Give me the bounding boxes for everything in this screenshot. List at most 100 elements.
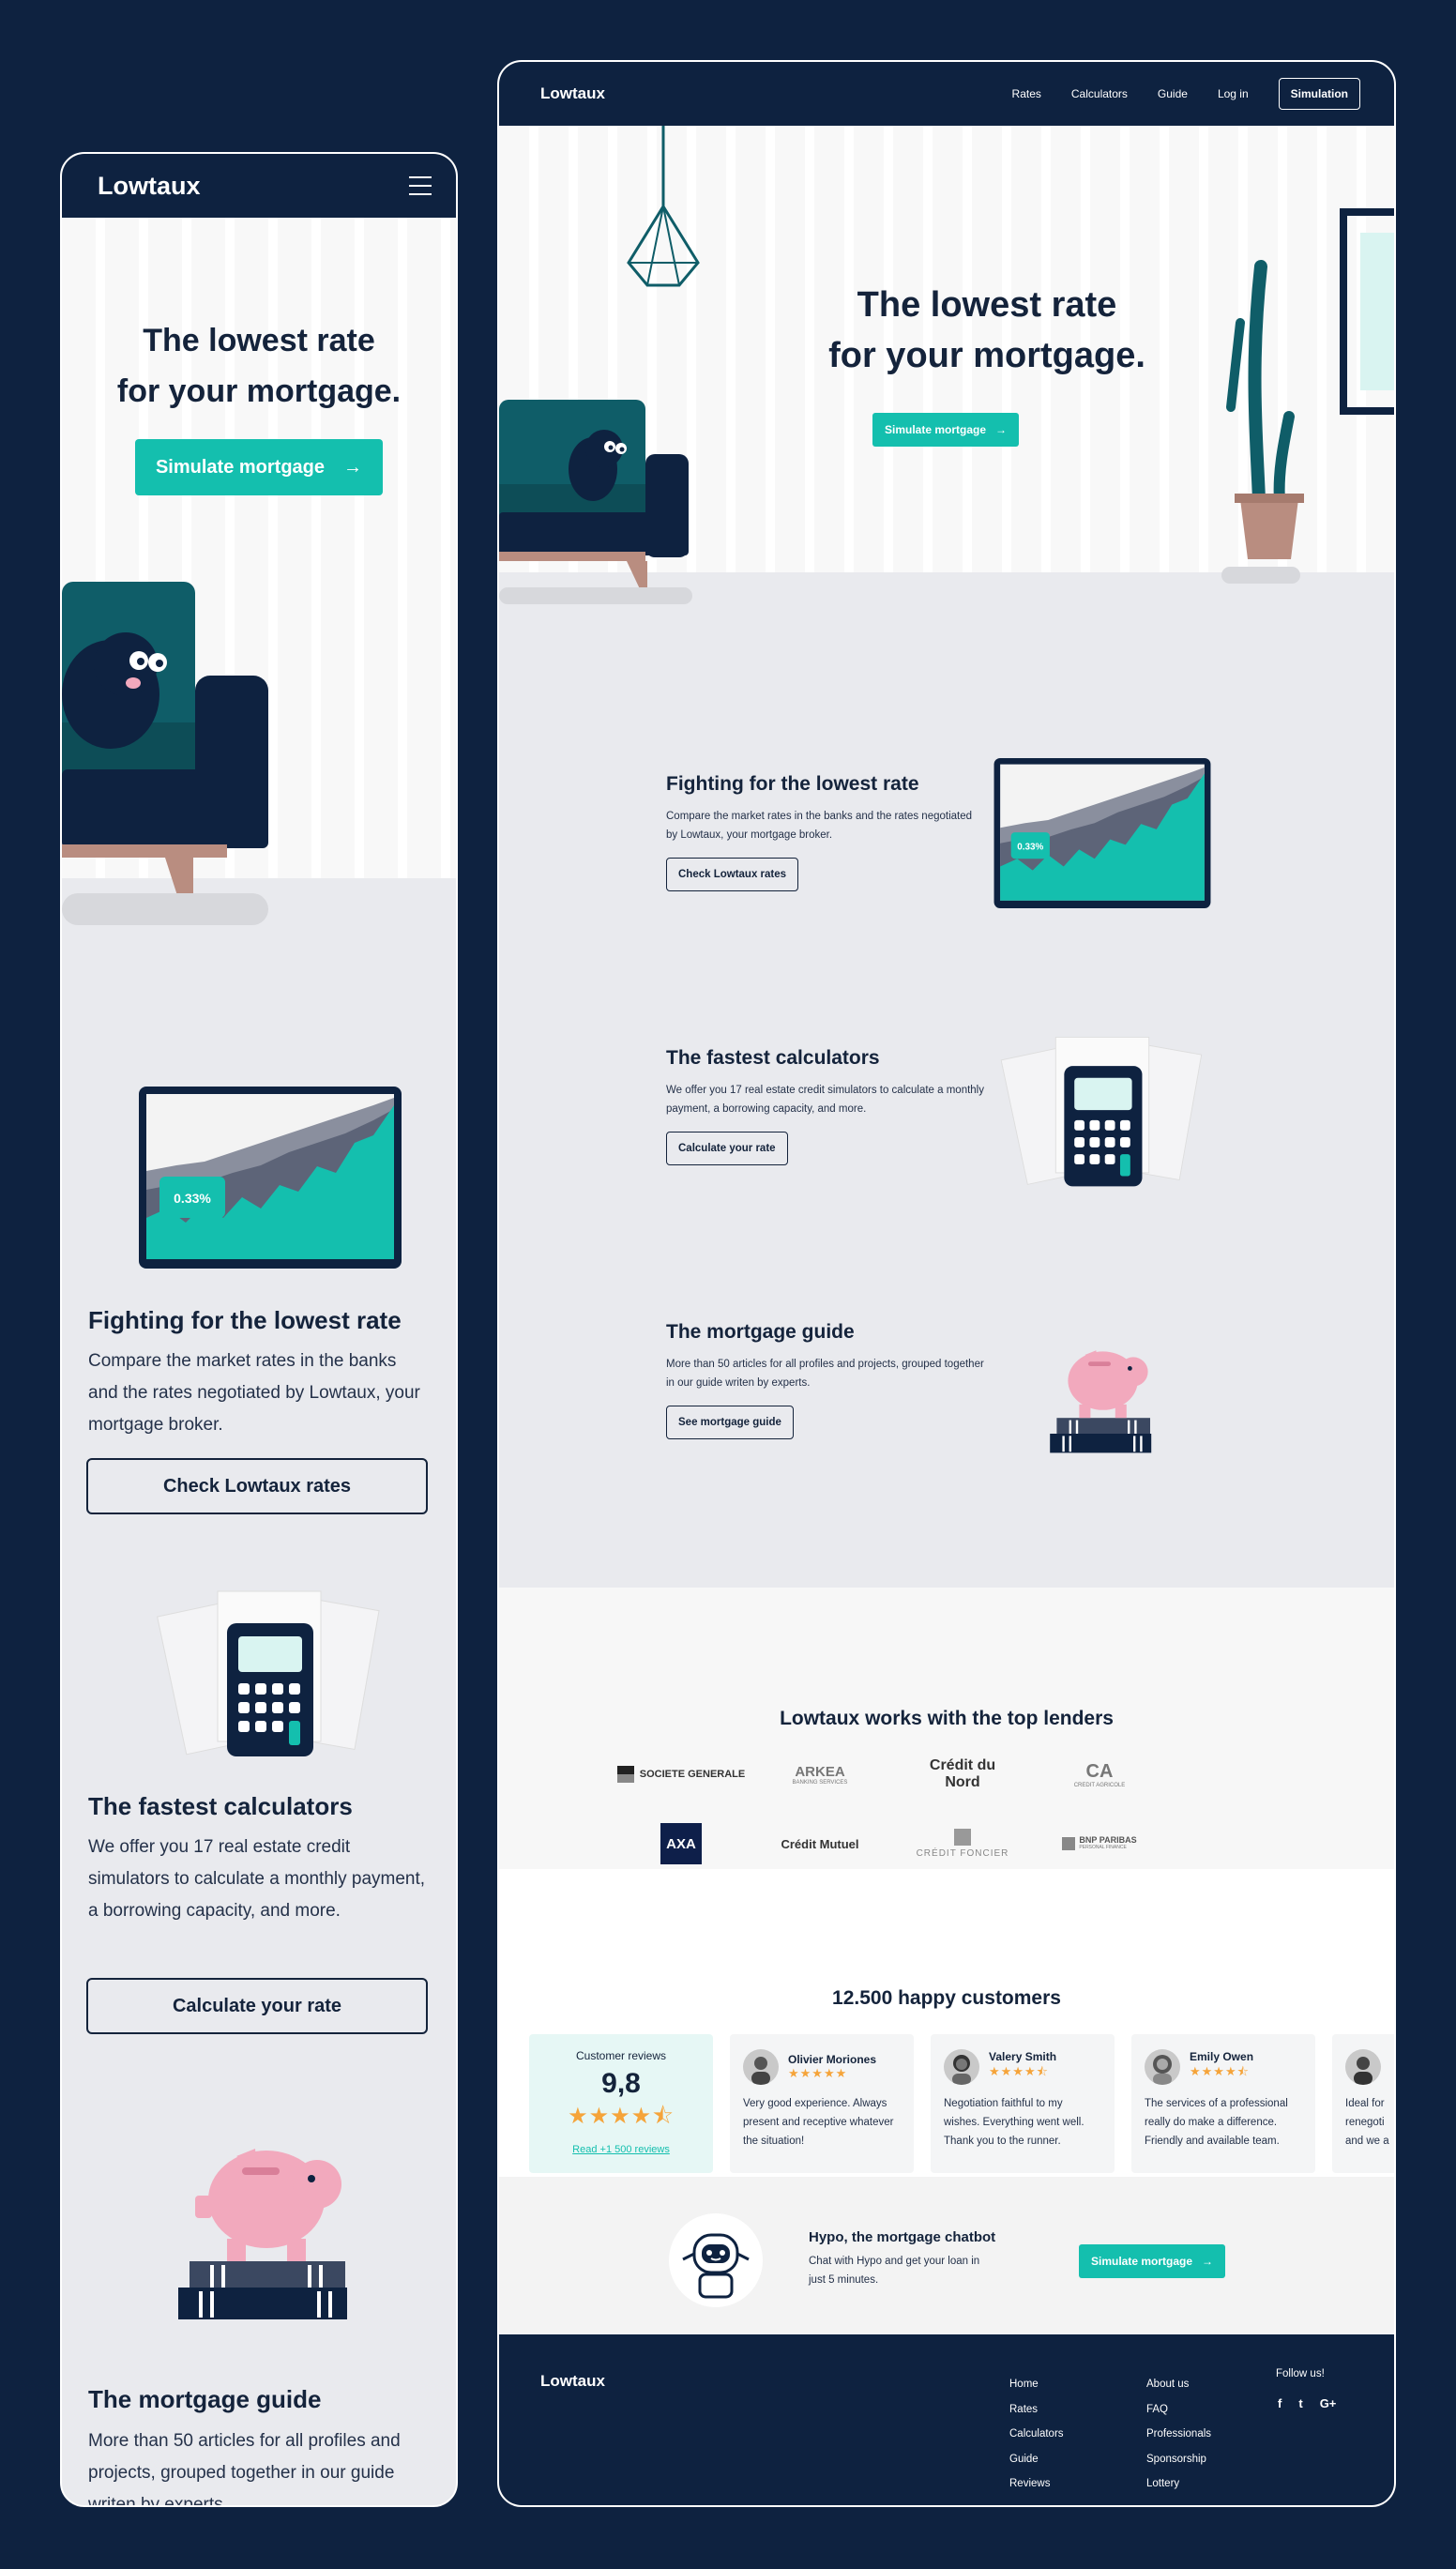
social-links: f t G+ [1278,2396,1336,2410]
hamburger-menu-icon[interactable] [409,176,432,195]
reviews-score: 9,8 [601,2068,641,2099]
mobile-frame: Lowtaux The lowest rate for your mortgag… [60,152,458,2507]
feature-title: The mortgage guide [88,2385,322,2413]
footer-link[interactable]: Sponsorship [1146,2447,1211,2472]
robot-chatbot-icon [669,2213,763,2307]
footer-logo[interactable]: Lowtaux [540,2372,605,2391]
footer-link[interactable]: Reviews [1009,2471,1064,2497]
chatbot-simulate-button[interactable]: Simulate mortgage → [1079,2244,1225,2278]
avatar [944,2049,979,2085]
feature-title: The fastest calculators [88,1792,353,1820]
nav-login[interactable]: Log in [1218,87,1249,100]
main-nav: Rates Calculators Guide Log in Simulatio… [1012,78,1360,110]
nav-calculators[interactable]: Calculators [1071,87,1128,100]
reviewer-name: Valery Smith [989,2050,1057,2063]
review-card: Valery Smith ★★★★⯪ Negotiation faithful … [931,2034,1115,2173]
ca-mark-icon: CA [1085,1760,1114,1782]
nav-rates[interactable]: Rates [1012,87,1041,100]
rate-chart-illustration: 0.33% [139,1087,402,1269]
see-guide-button[interactable]: See mortgage guide [666,1406,794,1439]
feature-title: The mortgage guide [666,1321,855,1343]
pendant-lamp-illustration [627,126,700,287]
arrow-right-icon: → [995,423,1008,436]
simulate-mortgage-button[interactable]: Simulate mortgage → [135,439,383,495]
lender-logo-societe-generale: SOCIETE GENERALE [615,1751,747,1798]
review-card: Olivier Moriones ★★★★★ Very good experie… [730,2034,914,2173]
reviews-section: 12.500 happy customers Customer reviews … [499,1869,1394,2177]
feature-rates: Fighting for the lowest rate Compare the… [666,773,985,891]
desktop-header: Lowtaux Rates Calculators Guide Log in S… [499,62,1394,126]
feature-title: Fighting for the lowest rate [88,1306,402,1334]
nav-guide[interactable]: Guide [1158,87,1188,100]
footer-link[interactable]: Guide [1009,2447,1064,2472]
desktop-hero: The lowest rate for your mortgage. Simul… [499,126,1394,604]
feature-text: Compare the market rates in the banks an… [88,1351,420,1435]
piggy-bank-illustration [1050,1350,1152,1453]
footer-link[interactable]: Lottery [1146,2471,1211,2497]
calculator-illustration [157,1590,380,1756]
avatar [1345,2049,1381,2085]
read-reviews-link[interactable]: Read +1 500 reviews [542,2144,700,2155]
chatbot-text: Chat with Hypo and get your loan in just… [809,2256,980,2286]
feature-title: Fighting for the lowest rate [666,773,919,795]
reviews-summary-card: Customer reviews 9,8 ★★★★⯪ Read +1 500 r… [529,2034,713,2173]
rate-badge: 0.33% [1017,842,1043,852]
hero-title: The lowest rate for your mortgage. [116,323,402,409]
arrow-right-icon: → [1202,2255,1214,2268]
footer-link[interactable]: Home [1009,2372,1064,2397]
reviewer-name: Olivier Moriones [788,2053,877,2066]
mobile-hero: The lowest rate for your mortgage. Simul… [62,218,456,925]
simulate-mortgage-button[interactable]: Simulate mortgage → [872,413,1019,447]
rate-badge: 0.33% [174,1191,211,1206]
feature-text: Compare the market rates in the banks an… [666,811,973,841]
star-rating-icon: ★★★★★ [788,2066,848,2080]
footer-link[interactable]: Calculators [1009,2422,1064,2447]
simulation-button[interactable]: Simulation [1278,78,1360,110]
logo[interactable]: Lowtaux [540,84,605,103]
reviews-label: Customer reviews [575,2049,667,2062]
footer-link[interactable]: About us [1146,2372,1211,2397]
reviews-title: 12.500 happy customers [832,1987,1061,2009]
lender-logo-bnp-paribas: BNP PARIBAS PERSONAL FINANCE [1034,1820,1165,1867]
star-rating-icon: ★★★★⯪ [568,2104,675,2129]
review-card: Ideal for renegoti and we a [1332,2034,1394,2173]
mobile-feature-guide-text: The mortgage guide More than 50 articles… [88,2385,437,2505]
review-text: Negotiation faithful to my wishes. Every… [944,2098,1084,2147]
feature-title: The fastest calculators [666,1047,880,1069]
wall-frame-illustration [1340,208,1394,415]
chatbot-section: Hypo, the mortgage chatbot Chat with Hyp… [499,2177,1394,2334]
lender-logo-axa: AXA [615,1820,747,1867]
lender-logo-credit-du-nord: Crédit du Nord [929,1757,996,1790]
logo[interactable]: Lowtaux [98,172,201,201]
calculate-rate-button[interactable]: Calculate your rate [666,1132,788,1165]
desktop-frame: Lowtaux Rates Calculators Guide Log in S… [497,60,1396,2507]
footer-link[interactable]: FAQ [1146,2397,1211,2423]
follow-us-label: Follow us! [1276,2368,1325,2379]
lender-logo-credit-mutuel: Crédit Mutuel [781,1836,859,1851]
cat-on-sofa-illustration [62,582,268,925]
google-plus-icon[interactable]: G+ [1320,2396,1337,2410]
check-rates-button[interactable]: Check Lowtaux rates [666,858,799,891]
feature-text: We offer you 17 real estate credit simul… [88,1837,426,1921]
star-rating-icon: ★★★★⯪ [989,2064,1049,2078]
mobile-feature-rates: 0.33% Fighting for the lowest rate Compa… [62,904,456,1514]
cat-on-sofa-illustration [499,400,692,604]
lender-logo-arkea: ARKEA BANKING SERVICES [792,1763,848,1786]
piggy-bank-illustration [178,2149,347,2319]
credit-foncier-mark-icon [954,1829,971,1846]
star-rating-icon: ★★★★⯪ [1190,2064,1250,2078]
twitter-icon[interactable]: t [1298,2396,1302,2410]
feature-calculators: The fastest calculators We offer you 17 … [666,1047,985,1165]
footer-link[interactable]: Professionals [1146,2422,1211,2447]
review-text: The services of a professional really do… [1145,2098,1288,2147]
footer-column-1: Home Rates Calculators Guide Reviews [1009,2372,1064,2497]
review-text: Very good experience. Always present and… [743,2098,894,2147]
review-card: Emily Owen ★★★★⯪ The services of a profe… [1131,2034,1315,2173]
arrow-right-icon: → [343,456,363,478]
lender-logo-credit-agricole: CA CREDIT AGRICOLE [1073,1760,1126,1788]
footer-column-2: About us FAQ Professionals Sponsorship L… [1146,2372,1211,2497]
footer-link[interactable]: Rates [1009,2397,1064,2423]
facebook-icon[interactable]: f [1278,2396,1282,2410]
chatbot-title: Hypo, the mortgage chatbot [809,2229,996,2245]
feature-text: More than 50 articles for all profiles a… [666,1359,984,1389]
